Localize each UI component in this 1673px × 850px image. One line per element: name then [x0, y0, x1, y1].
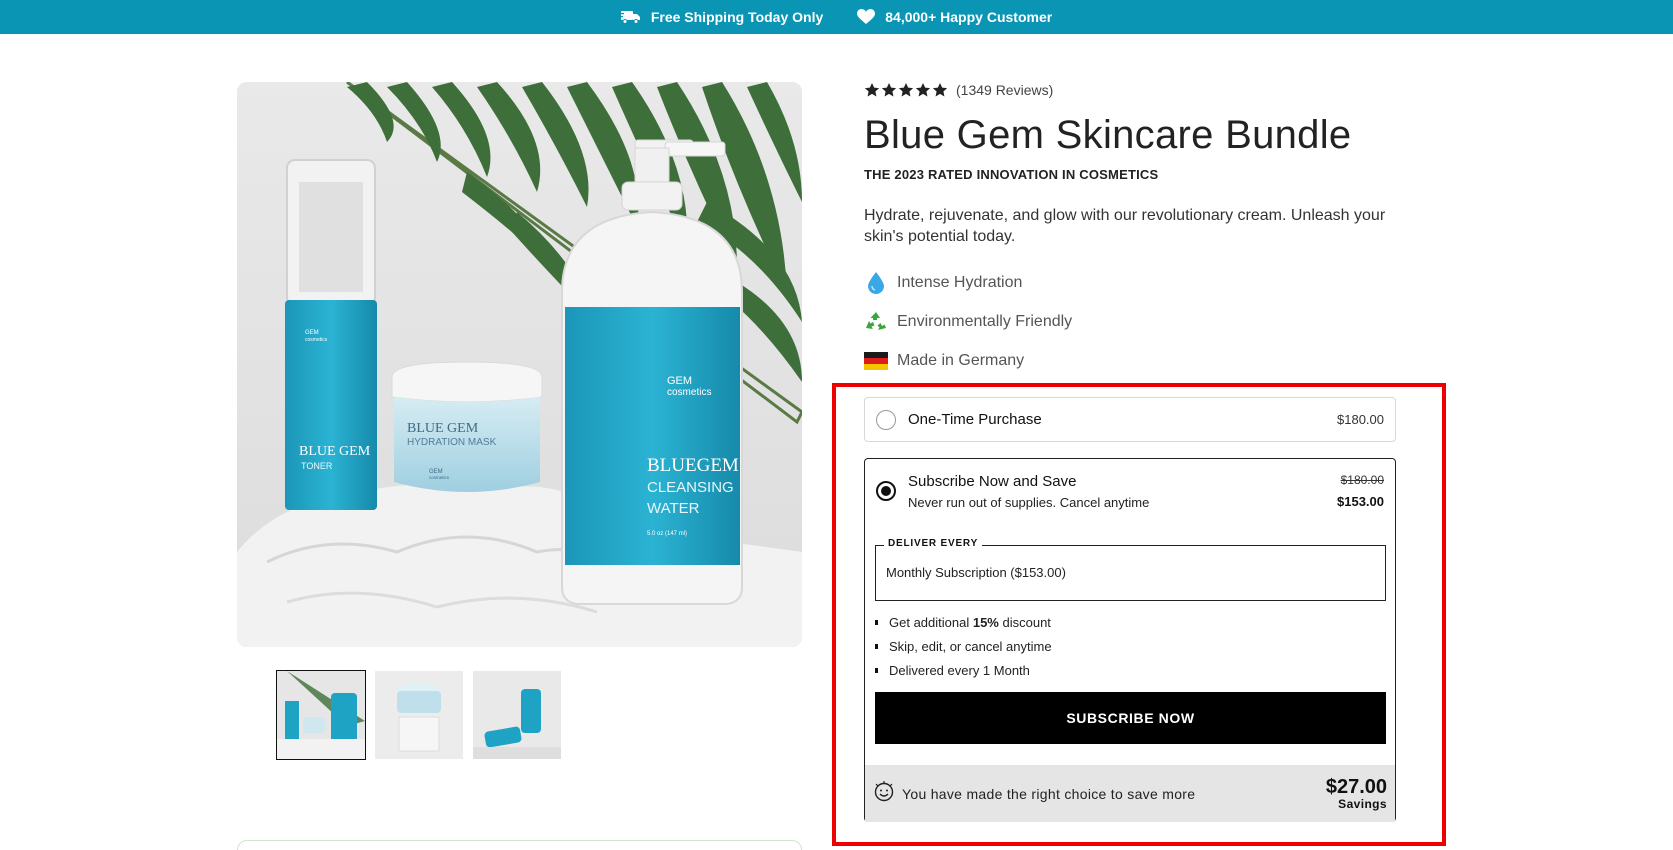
truck-icon [620, 9, 641, 25]
star-rating [864, 82, 948, 98]
product-main-image[interactable]: GEM cosmetics BLUE GEM TONER BLUE GEM HY… [237, 82, 802, 647]
thumbnail-bundle[interactable] [276, 670, 366, 760]
savings-value: $27.00 [1325, 775, 1387, 798]
subscription-benefits: Get additional 15% discount Skip, edit, … [875, 610, 1052, 682]
one-time-price: $180.00 [1337, 412, 1384, 427]
subscribe-radio[interactable] [876, 481, 896, 501]
thumbnail-bottles[interactable] [473, 671, 561, 759]
toner-name-label: BLUE GEM [299, 444, 371, 459]
bottle-brand-label: GEM [667, 375, 692, 387]
toner-type-label: TONER [301, 461, 333, 471]
germany-flag-icon [864, 349, 888, 373]
subscribe-prices: $180.00 $153.00 [1337, 473, 1384, 509]
one-time-label: One-Time Purchase [908, 411, 1042, 428]
benefit-discount-value: 15% [972, 614, 999, 630]
benefit-item: Delivered every 1 Month [875, 658, 1052, 682]
mask-name-label: BLUE GEM [407, 421, 479, 436]
benefit-skip: Skip, edit, or cancel anytime [889, 638, 1052, 654]
benefit-discount-pre: Get additional [889, 614, 973, 630]
review-count[interactable]: (1349 Reviews) [956, 82, 1053, 98]
announcement-bar: Free Shipping Today Only 84,000+ Happy C… [0, 0, 1673, 34]
feature-label: Made in Germany [897, 351, 1025, 369]
recycle-icon [864, 310, 888, 334]
toner-brand-label: GEM [305, 330, 319, 336]
product-description: Hydrate, rejuvenate, and glow with our r… [864, 207, 1386, 245]
free-shipping-text: Free Shipping Today Only [650, 9, 824, 25]
thumbnail-mask[interactable] [375, 671, 463, 759]
product-info: (1349 Reviews) Blue Gem Skincare Bundle … [864, 80, 1404, 380]
free-shipping-notice: Free Shipping Today Only [620, 9, 824, 25]
subscription-price: $153.00 [1337, 494, 1384, 509]
deliver-every-select[interactable]: DELIVER EVERY Monthly Subscription ($153… [875, 538, 1386, 601]
star-icon [898, 83, 914, 97]
deliver-every-value: Monthly Subscription ($153.00) [886, 565, 1066, 580]
bottle-type-2-label: WATER [647, 500, 700, 517]
savings-banner: You have made the right choice to save m… [865, 765, 1395, 822]
subscribe-label: Subscribe Now and Save [908, 473, 1077, 490]
thumbnail-strip [276, 670, 561, 760]
benefit-item: Get additional 15% discount [875, 610, 1052, 634]
feature-item: Made in Germany [864, 341, 1404, 380]
toner-brand-sub-label: cosmetics [305, 337, 328, 343]
heart-icon [857, 9, 876, 25]
subscribe-note: Never run out of supplies. Cancel anytim… [908, 495, 1150, 510]
mask-brand-sub-label: cosmetics [429, 475, 450, 480]
info-card-partial [237, 840, 802, 850]
one-time-purchase-option[interactable]: One-Time Purchase $180.00 [864, 397, 1396, 442]
benefit-discount-post: discount [998, 614, 1051, 630]
smiley-icon [873, 780, 895, 807]
benefit-delivery: Delivered every 1 Month [889, 662, 1030, 678]
water-drop-icon [864, 271, 888, 295]
star-icon [915, 83, 931, 97]
product-subtitle: THE 2023 RATED INNOVATION IN COSMETICS [864, 167, 1159, 182]
original-price: $180.00 [1340, 473, 1384, 487]
bottle-name-label: BLUEGEM [647, 455, 739, 476]
star-icon [864, 83, 880, 97]
bottle-brand-sub-label: cosmetics [667, 387, 711, 398]
feature-label: Intense Hydration [897, 273, 1023, 291]
product-title: Blue Gem Skincare Bundle [864, 113, 1352, 157]
happy-customers-notice: 84,000+ Happy Customer [857, 9, 1052, 25]
subscribe-now-button[interactable]: SUBSCRIBE NOW [875, 692, 1386, 744]
feature-list: Intense Hydration Environmentally Friend… [864, 263, 1404, 380]
feature-label: Environmentally Friendly [897, 312, 1073, 330]
savings-label: Savings [1338, 796, 1387, 811]
happy-customers-text: 84,000+ Happy Customer [885, 9, 1053, 25]
star-icon [881, 83, 897, 97]
one-time-radio[interactable] [876, 409, 896, 430]
bottle-size-label: 5.0 oz (147 ml) [647, 531, 687, 537]
deliver-every-label: DELIVER EVERY [884, 538, 983, 549]
savings-amount: $27.00 Savings [1326, 777, 1387, 811]
star-icon [932, 83, 948, 97]
subscribe-header: Subscribe Now and Save Never run out of … [876, 473, 1149, 510]
bottle-type-1-label: CLEANSING [647, 479, 734, 496]
product-rating[interactable]: (1349 Reviews) [864, 80, 1404, 100]
mask-type-label: HYDRATION MASK [407, 437, 497, 448]
savings-message: You have made the right choice to save m… [902, 785, 1196, 802]
benefit-item: Skip, edit, or cancel anytime [875, 634, 1052, 658]
subscribe-option[interactable]: Subscribe Now and Save Never run out of … [864, 458, 1396, 822]
feature-item: Environmentally Friendly [864, 302, 1404, 341]
feature-item: Intense Hydration [864, 263, 1404, 302]
